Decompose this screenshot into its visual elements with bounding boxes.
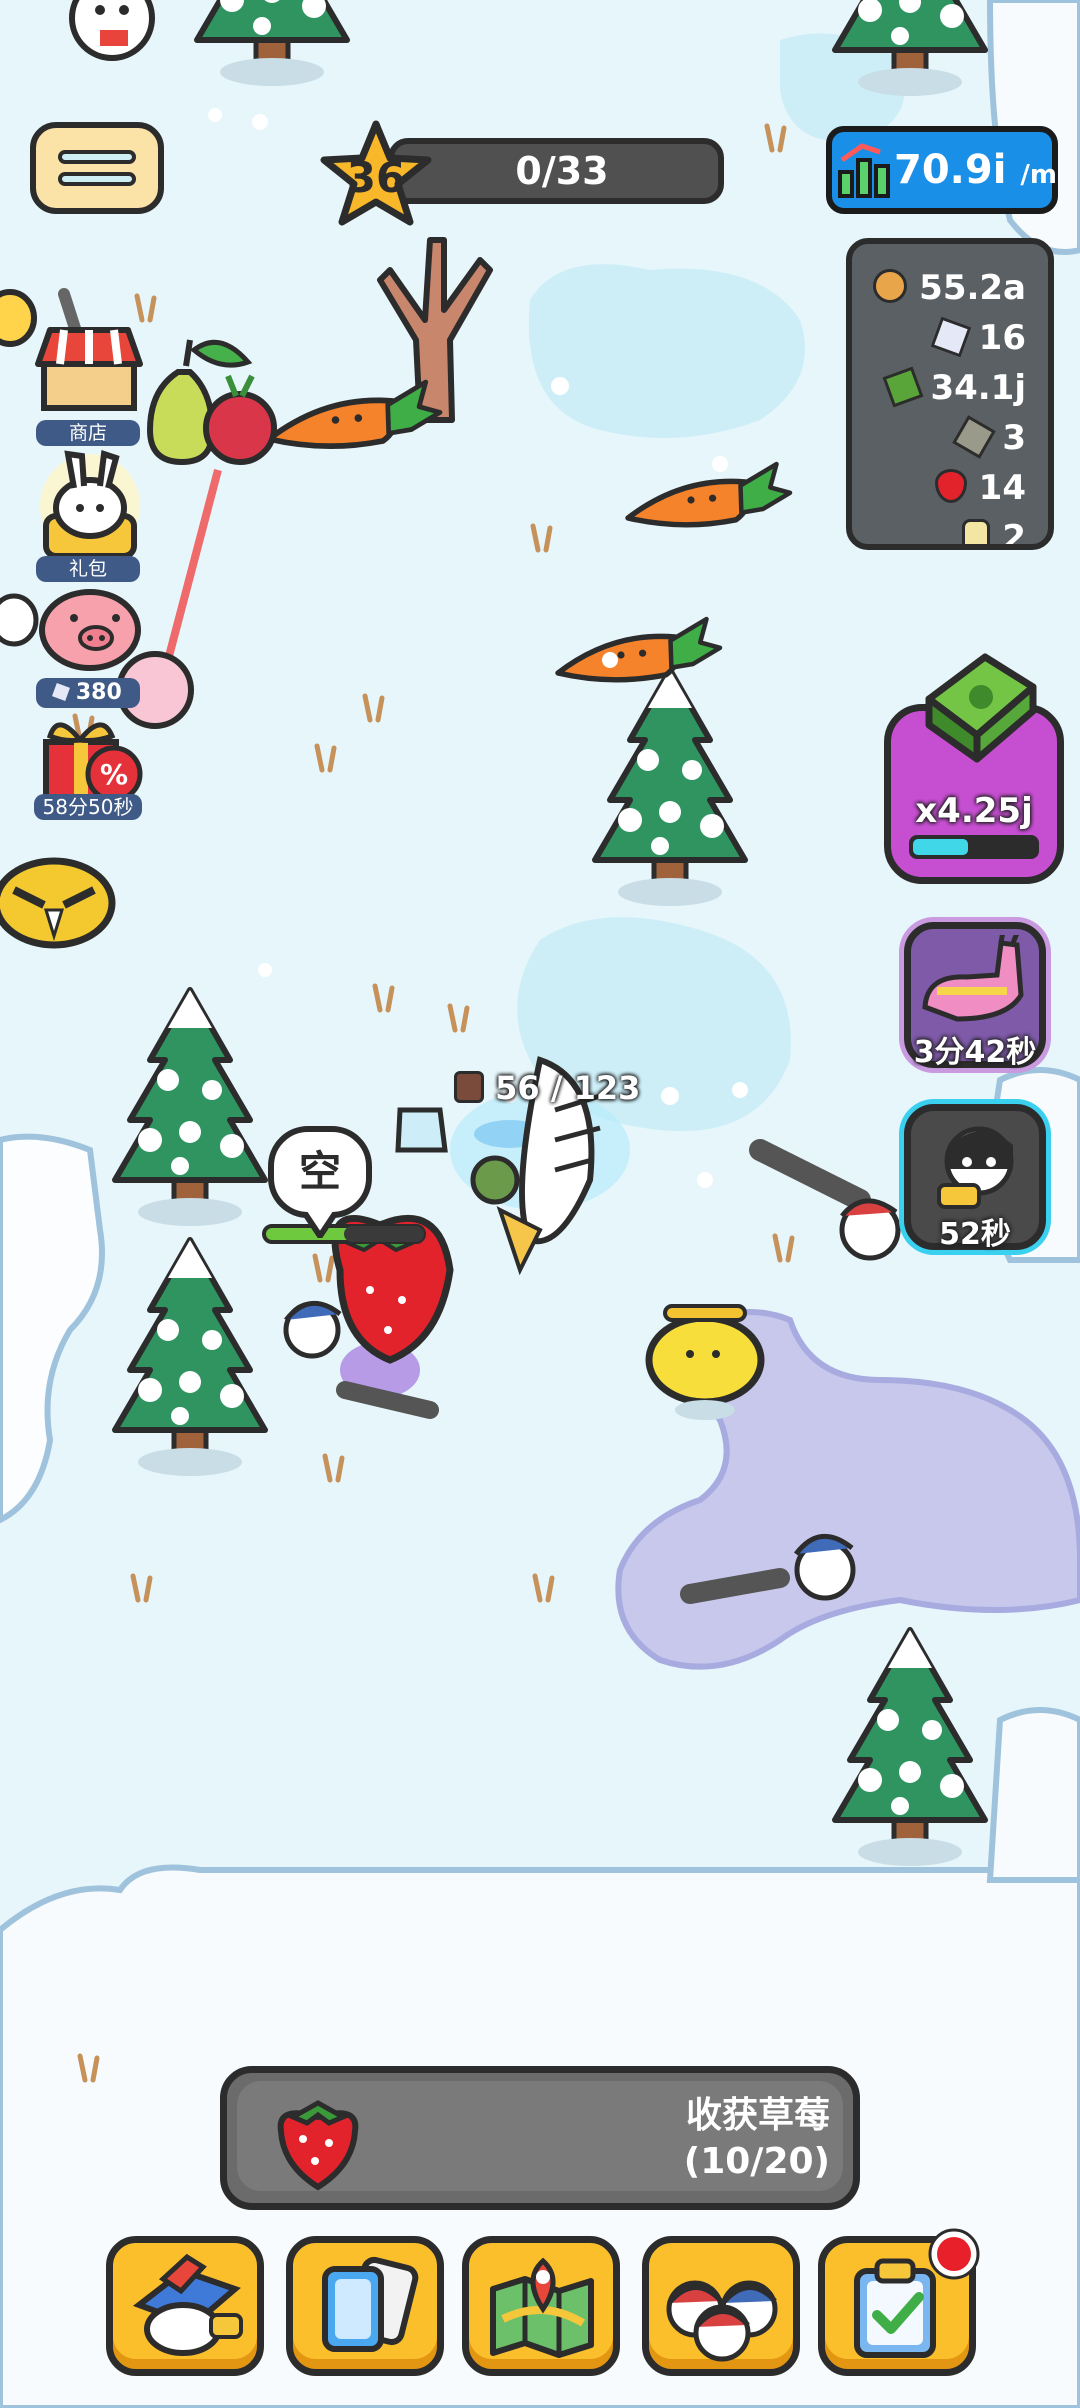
piggy-bank-button[interactable]: 380 (34, 584, 154, 708)
svg-text:%: % (100, 758, 128, 791)
resource-value: 55.2a (919, 268, 1026, 308)
cash-boost-progress-fill (913, 839, 968, 855)
cash-stack-icon (925, 653, 1037, 763)
main-menu-button[interactable] (30, 122, 164, 214)
income-value: 70.9i (894, 147, 1007, 193)
level-progress-text: 0/33 (515, 149, 609, 193)
bunny-gift-icon (40, 449, 140, 559)
notification-badge (928, 2228, 980, 2280)
piggy-bank-icon (39, 589, 141, 671)
map-icon (490, 2257, 594, 2358)
resource-strawberry: 14 (934, 464, 1026, 512)
cards-button[interactable] (286, 2236, 444, 2376)
potion-icon (962, 519, 991, 544)
gem-icon (930, 316, 972, 358)
cash-boost-progress-track (909, 835, 1039, 859)
shop-icon (35, 288, 143, 411)
gift-pack-button[interactable]: 礼包 (34, 446, 144, 586)
thief-icon (937, 1126, 1014, 1209)
piggy-bank-value: 380 (36, 678, 140, 708)
workers-group-icon (666, 2280, 778, 2362)
backpack-counter: 56 / 123 (454, 1066, 654, 1110)
strawberry-icon (934, 469, 967, 503)
workers-button[interactable] (642, 2236, 800, 2376)
cash-icon (882, 366, 924, 408)
backpack-count: 56 / 123 (495, 1069, 641, 1107)
pinata-icon (922, 935, 1024, 1022)
cookie-icon (873, 269, 908, 303)
growth-chart-icon (838, 143, 890, 198)
resource-cookie: 55.2a (873, 264, 1026, 312)
thief-event-button[interactable]: 52秒 (904, 1104, 1046, 1252)
backpack-icon (454, 1071, 484, 1103)
resource-value: 34.1j (930, 368, 1026, 408)
piggy-bank-amount: 380 (75, 680, 122, 705)
resource-ore: 3 (952, 414, 1026, 462)
resource-panel[interactable]: 55.2a 16 34.1j 3 14 2 (846, 238, 1054, 550)
cards-icon (322, 2256, 419, 2352)
resource-value: 14 (978, 468, 1026, 508)
ore-icon (952, 415, 997, 459)
gem-icon (52, 683, 71, 701)
shop-label: 商店 (36, 420, 140, 446)
income-unit: /m (1020, 160, 1057, 190)
speech-text: 空 (298, 1147, 341, 1196)
strawberry-icon (277, 2100, 359, 2191)
map-button[interactable] (462, 2236, 620, 2376)
menu-bar (58, 150, 136, 164)
resource-value: 2 (1002, 518, 1026, 550)
hero-chef-icon (132, 2253, 243, 2356)
shop-button[interactable]: 商店 (34, 284, 144, 446)
gift-pack-label: 礼包 (36, 556, 140, 582)
pinata-timer: 3分42秒 (913, 1035, 1037, 1070)
limited-sale-button[interactable]: % 58分50秒 (34, 712, 154, 842)
quest-panel[interactable] (220, 2066, 860, 2210)
worker-speech-bubble: 空 (268, 1126, 372, 1218)
resource-potion: 2 (962, 514, 1026, 550)
pinata-event-button[interactable]: 3分42秒 (904, 922, 1046, 1070)
player-level: 36 (346, 153, 406, 202)
quest-title: 收获草莓 (685, 2095, 830, 2136)
resource-cash: 34.1j (882, 364, 1026, 412)
heroes-button[interactable] (106, 2236, 264, 2376)
income-rate-text: 70.9i /m (894, 138, 1057, 202)
cash-multiplier: x4.25j (915, 791, 1033, 831)
menu-bar (58, 172, 136, 186)
thief-timer: 52秒 (939, 1217, 1011, 1252)
resource-gem: 16 (930, 314, 1026, 362)
cash-boost-button[interactable]: x4.25j (884, 653, 1064, 884)
speech-bubble-tail (302, 1212, 338, 1238)
resource-value: 3 (1002, 418, 1026, 458)
sale-timer: 58分50秒 (34, 794, 142, 820)
resource-value: 16 (978, 318, 1026, 358)
quest-progress: (10/20) (683, 2141, 830, 2182)
